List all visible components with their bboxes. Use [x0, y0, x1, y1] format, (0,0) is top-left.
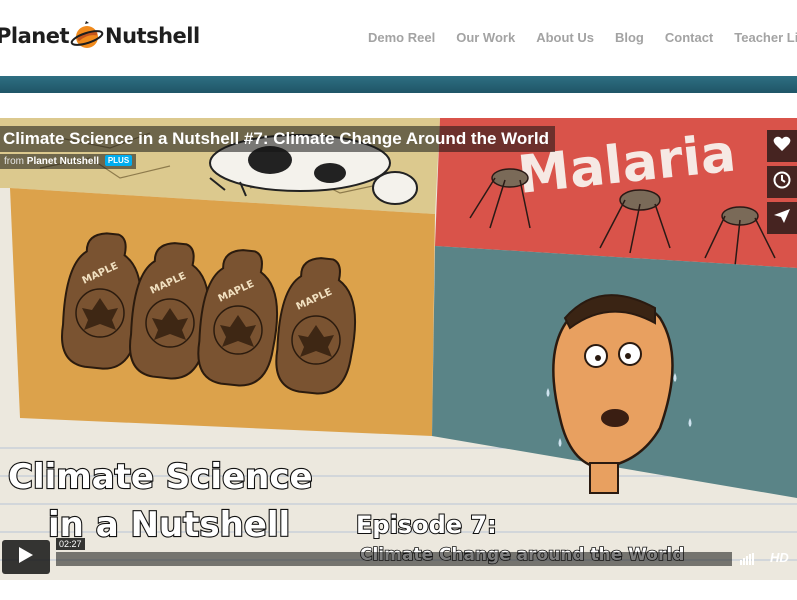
- progress-bar[interactable]: [56, 552, 732, 566]
- nav-item-our-work[interactable]: Our Work: [456, 30, 515, 45]
- clock-icon: [773, 171, 791, 194]
- video-title[interactable]: Climate Science in a Nutshell #7: Climat…: [3, 129, 549, 148]
- header-divider-bar: [0, 76, 797, 93]
- nav-item-teacher-library[interactable]: Teacher Libra: [734, 30, 797, 45]
- video-title-bar[interactable]: Climate Science in a Nutshell #7: Climat…: [0, 126, 555, 152]
- video-player[interactable]: MAPLE MAPLE MAPLE MAPLE Malaria Climate …: [0, 118, 797, 580]
- logo-text-planet: Planet: [0, 24, 70, 48]
- video-side-buttons: [767, 130, 797, 238]
- video-frame-illustration: MAPLE MAPLE MAPLE MAPLE Malaria Climate …: [0, 118, 797, 580]
- heart-icon: [773, 136, 791, 157]
- plus-badge: PLUS: [104, 155, 133, 166]
- episode-title-line1: Episode 7:: [356, 511, 497, 539]
- video-timestamp: 02:27: [56, 538, 85, 550]
- byline-author-link[interactable]: Planet Nutshell: [27, 156, 99, 167]
- like-button[interactable]: [767, 130, 797, 162]
- video-byline: from Planet Nutshell PLUS: [0, 154, 137, 169]
- hd-toggle[interactable]: HD: [770, 550, 789, 565]
- share-icon: [773, 208, 791, 229]
- nav-item-blog[interactable]: Blog: [615, 30, 644, 45]
- show-title-line1: Climate Science: [8, 457, 313, 497]
- nav-item-demo-reel[interactable]: Demo Reel: [368, 30, 435, 45]
- video-control-bar: 02:27 HD: [0, 536, 797, 576]
- watch-later-button[interactable]: [767, 166, 797, 198]
- play-button[interactable]: [2, 540, 50, 574]
- share-button[interactable]: [767, 202, 797, 234]
- nav-item-about-us[interactable]: About Us: [536, 30, 594, 45]
- nav-item-contact[interactable]: Contact: [665, 30, 713, 45]
- logo-text-nutshell: Nutshell: [105, 24, 200, 48]
- site-header: Planet Nutshell Demo Reel Our Work About…: [0, 0, 797, 76]
- site-logo[interactable]: Planet Nutshell: [0, 18, 200, 54]
- byline-from: from: [4, 156, 24, 167]
- main-nav: Demo Reel Our Work About Us Blog Contact…: [368, 30, 797, 45]
- volume-control[interactable]: [740, 553, 755, 565]
- play-icon: [18, 546, 34, 569]
- planet-logo-icon: [70, 20, 104, 52]
